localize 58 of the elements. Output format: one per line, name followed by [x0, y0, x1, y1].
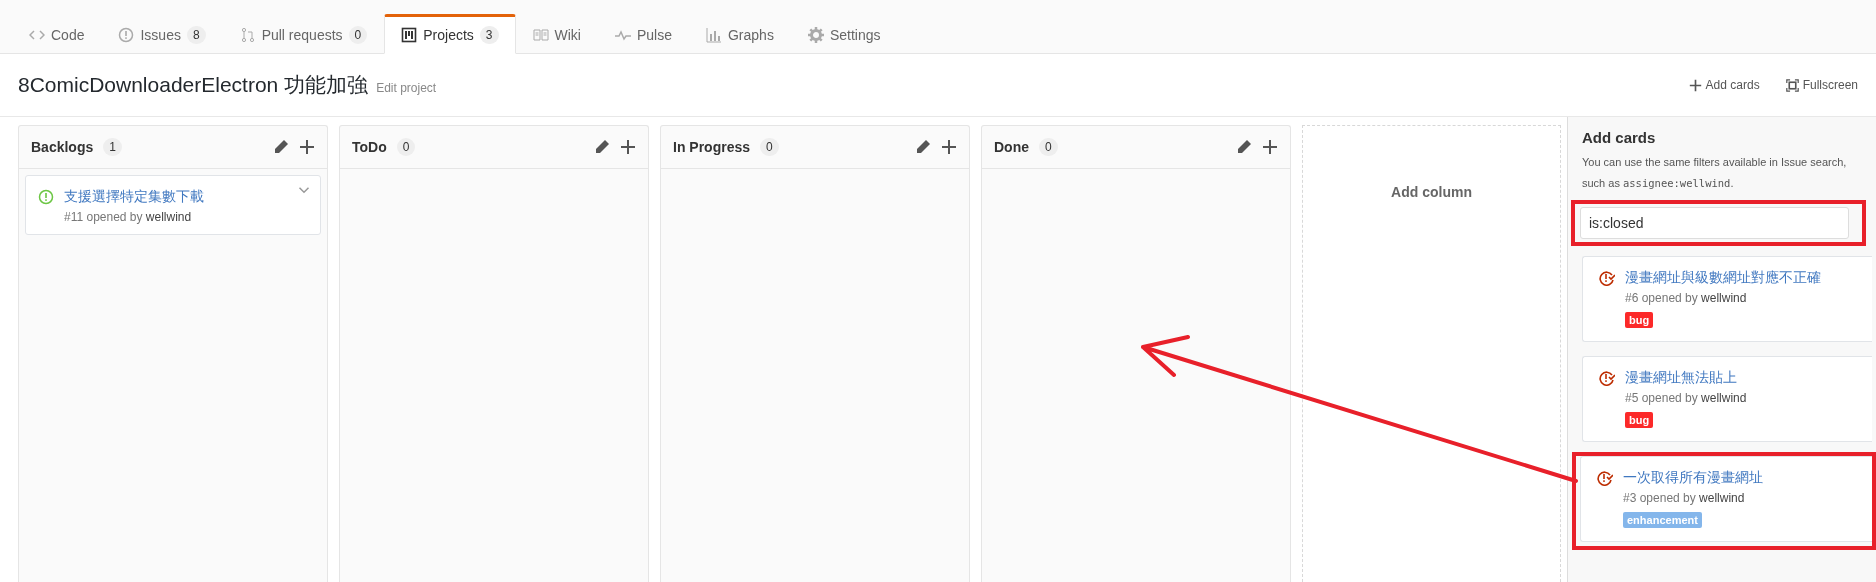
bar-graph-icon	[706, 27, 722, 43]
tab[interactable]: Wiki	[515, 14, 598, 54]
pencil-icon[interactable]	[1236, 139, 1252, 155]
pencil-icon[interactable]	[915, 139, 931, 155]
search-field[interactable]: is:closed	[1580, 207, 1849, 239]
issue-title-link[interactable]: 支援選擇特定集數下載	[64, 188, 204, 206]
tab[interactable]: Pull requests 0	[222, 14, 385, 54]
issue-meta: #5 opened by wellwind	[1625, 391, 1747, 405]
issue-card[interactable]: 漫畫網址與級數網址對應不正確 #6 opened by wellwind bug	[1582, 256, 1872, 342]
count-badge: 8	[186, 26, 206, 44]
tab[interactable]: Projects 3	[384, 14, 516, 54]
issue-label[interactable]: bug	[1625, 412, 1654, 428]
plus-icon	[1688, 78, 1702, 92]
header-action-link[interactable]: Fullscreen	[1785, 78, 1858, 92]
issue-meta: #11 opened by wellwind	[64, 210, 193, 224]
add-column-label: Add column	[1391, 184, 1472, 200]
pencil-icon[interactable]	[594, 139, 610, 155]
issue-label[interactable]: bug	[1625, 312, 1654, 328]
column-name: In Progress	[673, 139, 751, 155]
issue-card[interactable]: 支援選擇特定集數下載 #11 opened by wellwind	[25, 175, 321, 235]
plus-icon[interactable]	[620, 139, 636, 155]
fullscreen-icon	[1785, 78, 1799, 92]
project-board-icon	[401, 27, 418, 43]
count-badge: 0	[396, 138, 416, 156]
panel-title: Add cards	[1582, 129, 1657, 146]
count-badge: 3	[479, 26, 499, 44]
project-title: 8ComicDownloaderElectron 功能加強	[18, 72, 369, 98]
plus-icon[interactable]	[941, 139, 957, 155]
column-name: Done	[994, 139, 1029, 155]
count-badge: 0	[348, 26, 368, 44]
book-icon	[532, 27, 549, 43]
plus-icon[interactable]	[1262, 139, 1278, 155]
pull-request-icon	[239, 27, 256, 43]
issue-meta: #6 opened by wellwind	[1625, 291, 1748, 305]
count-badge: 0	[1039, 138, 1058, 156]
issue-card[interactable]: 一次取得所有漫畫網址 #3 opened by wellwind enhancement	[1580, 456, 1872, 542]
header-action-link[interactable]: Add cards	[1688, 78, 1760, 92]
tab[interactable]: Issues 8	[101, 14, 223, 54]
issue-card[interactable]: 漫畫網址無法貼上 #5 opened by wellwind bug	[1582, 356, 1872, 442]
tab[interactable]: Pulse	[597, 14, 689, 54]
tab[interactable]: Graphs	[689, 14, 791, 54]
count-badge: 0	[760, 138, 779, 156]
issue-title-link[interactable]: 漫畫網址無法貼上	[1625, 369, 1747, 387]
tab[interactable]: Settings	[790, 14, 898, 54]
tab[interactable]: Code	[12, 14, 102, 54]
issue-title-link[interactable]: 一次取得所有漫畫網址	[1623, 469, 1763, 487]
pencil-icon[interactable]	[273, 139, 289, 155]
count-badge: 1	[103, 138, 122, 156]
column-name: ToDo	[352, 139, 387, 155]
settings-icon	[807, 27, 824, 43]
panel-help-text: You can use the same filters available in Issue search, such as assignee:wellwind.	[1582, 155, 1848, 191]
issue-title-link[interactable]: 漫畫網址與級數網址對應不正確	[1625, 269, 1821, 287]
column-name: Backlogs	[31, 139, 94, 155]
plus-icon[interactable]	[299, 139, 315, 155]
issue-icon	[118, 27, 135, 43]
add-column-area[interactable]: Add column	[1302, 125, 1561, 582]
edit-project-link[interactable]: Edit project	[376, 81, 437, 95]
issue-meta: #3 opened by wellwind	[1623, 491, 1746, 505]
